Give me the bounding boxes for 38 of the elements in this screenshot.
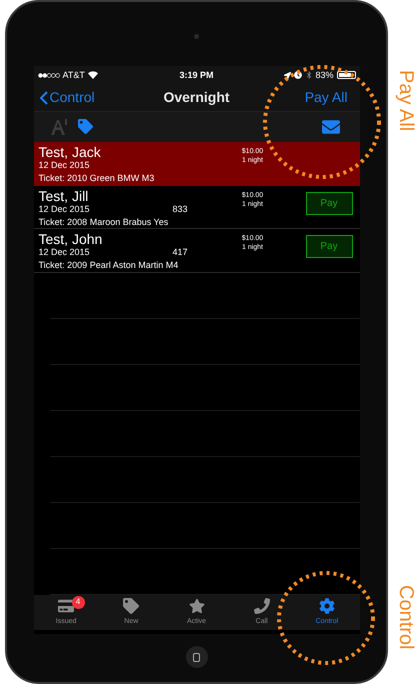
customer-name: Test, Jill [38,188,90,204]
alarm-icon [294,71,302,80]
badge-count: 4 [72,596,84,609]
pay-button[interactable]: Pay [306,235,352,258]
location-icon [284,72,290,79]
nav-title: Overnight [163,88,230,108]
carrier-label: AT&T [62,68,85,82]
tag-icon[interactable] [78,119,92,134]
gear-icon [318,598,335,614]
ticket-date: 12 Dec 2015 [38,160,91,172]
camera-icon [194,34,199,39]
tag-icon [123,598,140,614]
annotation-label: Control [396,585,416,650]
home-button[interactable] [186,646,208,668]
chevron-left-icon [40,90,48,105]
customer-name: Test, John [38,231,104,248]
card-icon [58,598,74,614]
customer-name: Test, Jack [38,144,102,160]
ticket-code: 833 [172,204,188,215]
ticket-description: Ticket: 2008 Maroon Brabus Yes [38,216,170,228]
battery-percent: 83% [316,68,334,82]
phone-icon [254,598,270,614]
mail-icon[interactable] [322,118,340,136]
star-icon [188,598,204,614]
pay-button[interactable]: Pay [306,192,352,215]
bluetooth-icon [304,71,312,80]
ticket-description: Ticket: 2010 Green BMW M3 [38,173,156,185]
wifi-icon [88,71,98,80]
signal-icon [38,72,60,78]
status-time: 3:19 PM [180,68,214,82]
pay-all-button[interactable]: Pay All [304,87,348,108]
ticket-description: Ticket: 2009 Pearl Aston Martin M4 [38,260,180,272]
ticket-code: 417 [172,247,188,258]
back-button[interactable]: Control [40,87,164,108]
annotation-label: Pay All [396,70,416,132]
battery-icon [336,71,356,80]
ticket-date: 12 Dec 2015 [38,247,91,258]
ticket-date: 12 Dec 2015 [38,204,91,215]
